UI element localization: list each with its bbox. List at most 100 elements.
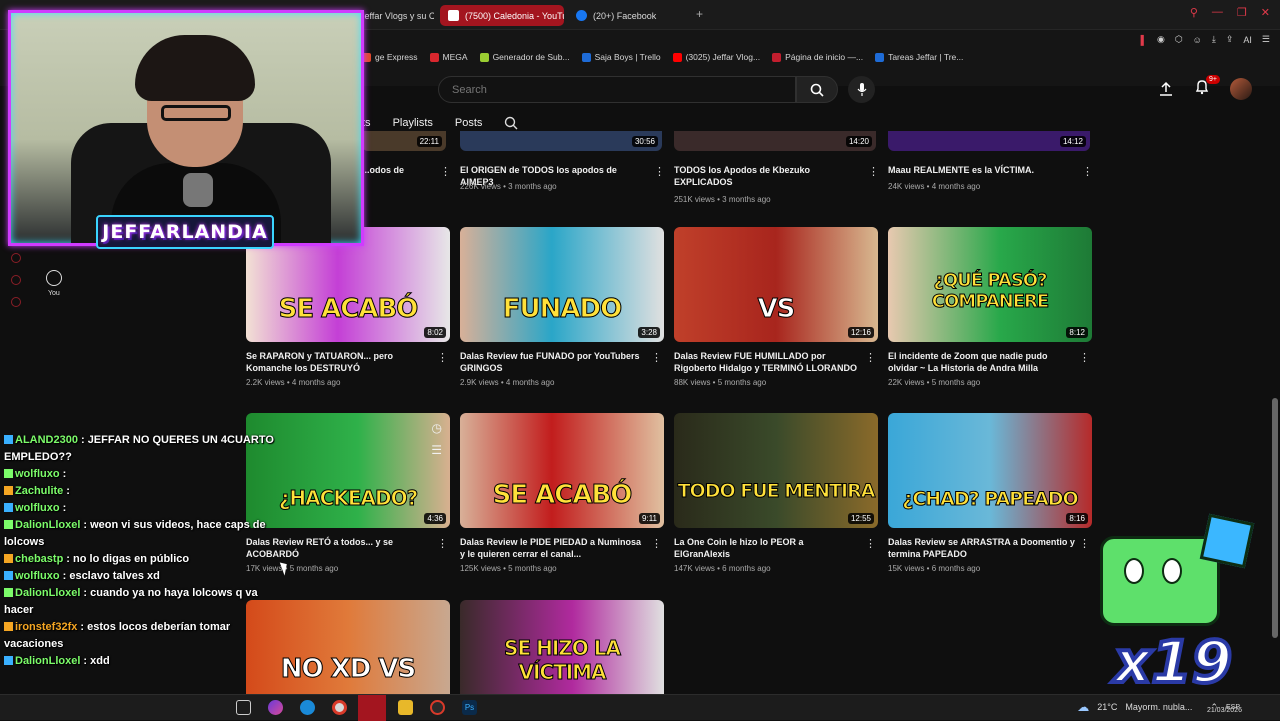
chat-username: wolfluxo xyxy=(15,502,60,514)
task-view-icon[interactable] xyxy=(236,700,251,715)
ai-button[interactable]: AI xyxy=(1243,35,1252,45)
minimize-icon[interactable]: — xyxy=(1212,6,1223,19)
page-scrollbar[interactable] xyxy=(1270,98,1280,694)
close-icon[interactable]: ✕ xyxy=(1261,6,1270,19)
video-card[interactable]: VS 12:16 ⋮ Dalas Review FUE HUMILLADO po… xyxy=(674,227,878,387)
search-box[interactable] xyxy=(438,76,796,103)
video-stats: 125K views • 5 months ago xyxy=(460,564,557,573)
scrollbar-thumb[interactable] xyxy=(1272,398,1278,638)
video-thumbnail[interactable]: 22:11 xyxy=(362,131,446,151)
video-title[interactable]: Dalas Review se ARRASTRA a Doomentio y t… xyxy=(888,536,1092,560)
download-icon[interactable]: ⤓ xyxy=(1212,34,1216,45)
more-options-icon[interactable]: ⋮ xyxy=(1082,165,1278,178)
share-icon[interactable]: ⇪ xyxy=(1226,34,1234,45)
video-thumbnail[interactable]: 14:20 xyxy=(674,131,876,151)
notifications-button[interactable]: 9+ xyxy=(1194,74,1220,100)
video-title[interactable]: Se RAPARON y TATUARON... pero Komanche l… xyxy=(246,350,450,374)
video-title[interactable]: El incidente de Zoom que nadie pudo olvi… xyxy=(888,350,1092,374)
video-card[interactable]: SE ACABÓ 8:02 ⋮ Se RAPARON y TATUARON...… xyxy=(246,227,450,387)
menu-icon[interactable]: ☰ xyxy=(1262,34,1270,45)
chat-text: : xyxy=(66,485,70,497)
weather-temp[interactable]: 21°C xyxy=(1097,702,1117,712)
search-input[interactable] xyxy=(450,82,795,97)
bookmark-label: Tareas Jeffar | Tre... xyxy=(888,52,964,62)
search-icon xyxy=(810,83,824,97)
shorts-icon[interactable] xyxy=(11,275,21,285)
bookmark-label: Página de inicio —... xyxy=(785,52,864,62)
you-icon[interactable] xyxy=(46,270,62,286)
weather-text[interactable]: Mayorm. nubla... xyxy=(1125,702,1192,712)
sidebar-toggle-icon[interactable]: ▌ xyxy=(1141,35,1147,45)
video-thumbnail[interactable]: TODO FUE MENTIRA 12:55 xyxy=(674,413,878,528)
video-title[interactable]: Dalas Review FUE HUMILLADO por Rigoberto… xyxy=(674,350,878,374)
maximize-icon[interactable]: ❐ xyxy=(1237,6,1247,19)
video-card[interactable]: TODO FUE MENTIRA 12:55 ⋮ La One Coin le … xyxy=(674,413,878,573)
thumbnail-text: ¿CHAD? PAPEADO xyxy=(902,488,1079,511)
chat-message: wolfluxo: xyxy=(0,500,282,517)
new-tab-icon[interactable]: + xyxy=(696,7,703,21)
video-thumbnail[interactable]: ¿CHAD? PAPEADO 8:16 xyxy=(888,413,1092,528)
video-card[interactable]: SE ACABÓ 9:11 ⋮ Dalas Review le PIDE PIE… xyxy=(460,413,664,573)
video-title[interactable]: Dalas Review le PIDE PIEDAD a Numinosa y… xyxy=(460,536,664,560)
video-thumbnail[interactable]: ¿QUÉ PASÓ? COMPANERE 8:12 xyxy=(888,227,1092,342)
bookmark-item[interactable]: MEGA xyxy=(429,52,468,62)
search-button[interactable] xyxy=(796,76,838,103)
bookmark-item[interactable]: (3025) Jeffar Vlog... xyxy=(672,52,760,62)
search-tabs-icon[interactable]: ⚲ xyxy=(1190,6,1198,19)
edge-icon[interactable] xyxy=(300,700,315,715)
more-options-icon[interactable]: ⋮ xyxy=(1079,351,1090,364)
account-avatar[interactable] xyxy=(1230,78,1252,100)
video-thumbnail[interactable]: FUNADO 3:28 xyxy=(460,227,664,342)
more-options-icon[interactable]: ⋮ xyxy=(651,537,662,550)
more-options-icon[interactable]: ⋮ xyxy=(651,351,662,364)
browser-app-icon[interactable] xyxy=(358,695,386,721)
bookmark-item[interactable]: Tareas Jeffar | Tre... xyxy=(875,52,963,62)
video-title[interactable]: Dalas Review fue FUNADO por YouTubers GR… xyxy=(460,350,664,374)
chrome-icon[interactable] xyxy=(332,700,347,715)
bookmark-item[interactable]: Página de inicio —... xyxy=(772,52,863,62)
upload-icon[interactable] xyxy=(1158,81,1174,97)
more-options-icon[interactable]: ⋮ xyxy=(1079,537,1090,550)
video-card[interactable]: FUNADO 3:28 ⋮ Dalas Review fue FUNADO po… xyxy=(460,227,664,387)
bookmark-item[interactable]: Generador de Sub... xyxy=(479,52,570,62)
chat-message: ironstef32fx: estos locos deberían tomar… xyxy=(0,619,282,653)
video-title[interactable]: ...odos de xyxy=(362,164,432,176)
youtube-icon xyxy=(448,10,459,21)
video-thumbnail[interactable]: SE ACABÓ 9:11 xyxy=(460,413,664,528)
copilot-icon[interactable] xyxy=(268,700,283,715)
tab-posts[interactable]: Posts xyxy=(455,117,483,129)
chat-username: ALAND2300 xyxy=(15,434,78,446)
puzzle-icon[interactable]: ⬡ xyxy=(1175,34,1183,45)
chat-badge-icon xyxy=(4,520,13,529)
bookmark-item[interactable]: ge Express xyxy=(362,52,418,62)
extension-icon[interactable]: ◉ xyxy=(1157,34,1165,45)
watch-later-icon[interactable]: ◷ xyxy=(432,421,442,435)
photoshop-icon[interactable]: Ps xyxy=(462,700,477,715)
settings-icon[interactable] xyxy=(11,297,21,307)
obs-icon[interactable] xyxy=(430,700,445,715)
video-thumbnail[interactable]: 30:56 xyxy=(460,131,662,151)
video-card[interactable]: SE HIZO LA VÍCTIMA xyxy=(460,600,664,694)
tab-playlists[interactable]: Playlists xyxy=(393,117,433,129)
video-card[interactable]: ¿QUÉ PASÓ? COMPANERE 8:12 ⋮ El incidente… xyxy=(888,227,1092,387)
more-options-icon[interactable]: ⋮ xyxy=(865,537,876,550)
tab-facebook[interactable]: (20+) Facebook xyxy=(568,5,678,26)
more-options-icon[interactable]: ⋮ xyxy=(865,351,876,364)
channel-search-icon[interactable] xyxy=(504,116,518,130)
system-date[interactable]: 21/03/2026 xyxy=(1207,707,1242,714)
file-explorer-icon[interactable] xyxy=(398,700,413,715)
history-icon[interactable] xyxy=(11,253,21,263)
video-card[interactable]: ¿CHAD? PAPEADO 8:16 ⋮ Dalas Review se AR… xyxy=(888,413,1092,573)
tab-jeffar-vlogs[interactable]: Jeffar Vlogs y su C xyxy=(352,5,434,26)
profile-icon[interactable]: ☺ xyxy=(1193,35,1202,45)
more-options-icon[interactable]: ⋮ xyxy=(437,351,448,364)
tab-youtube-caledonia[interactable]: (7500) Caledonia - YouTu xyxy=(440,5,564,26)
video-title[interactable]: La One Coin le hizo lo PEOR a ElGranAlex… xyxy=(674,536,878,560)
video-thumbnail[interactable]: 14:12 xyxy=(888,131,1090,151)
voice-search-button[interactable] xyxy=(848,76,875,103)
add-to-queue-icon[interactable]: ☰ xyxy=(431,443,442,457)
bookmark-item[interactable]: Saja Boys | Trello xyxy=(581,52,661,62)
more-options-icon[interactable]: ⋮ xyxy=(437,537,448,550)
video-thumbnail[interactable]: VS 12:16 xyxy=(674,227,878,342)
video-thumbnail[interactable]: SE HIZO LA VÍCTIMA xyxy=(460,600,664,694)
